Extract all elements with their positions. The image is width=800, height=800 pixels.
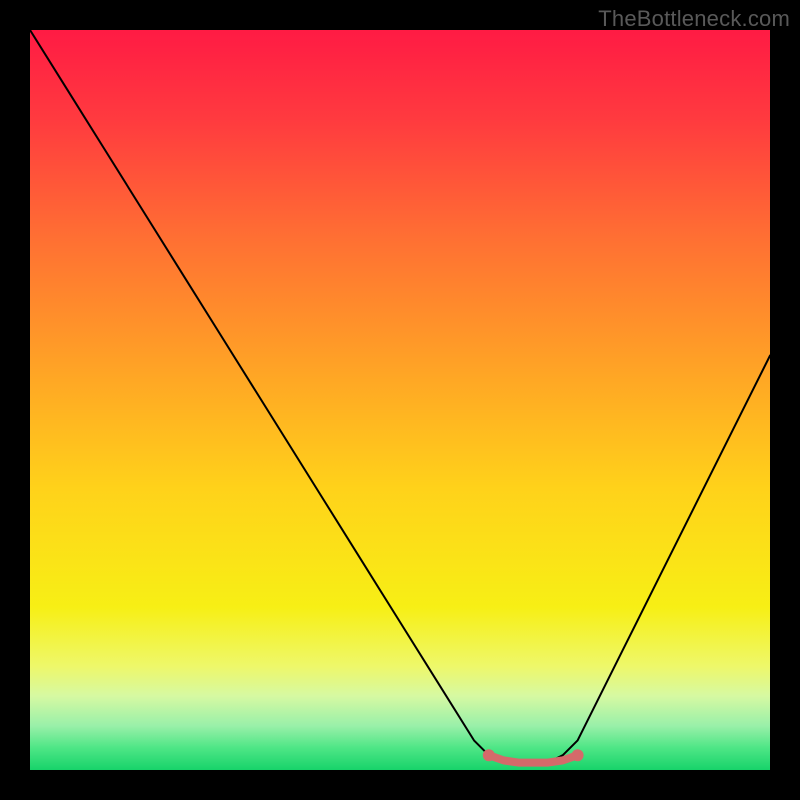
watermark-label: TheBottleneck.com [598, 6, 790, 32]
sweet-spot-endpoint [483, 749, 495, 761]
gradient-background [30, 30, 770, 770]
chart-plot [30, 30, 770, 770]
chart-frame: TheBottleneck.com [0, 0, 800, 800]
sweet-spot-endpoint [572, 749, 584, 761]
